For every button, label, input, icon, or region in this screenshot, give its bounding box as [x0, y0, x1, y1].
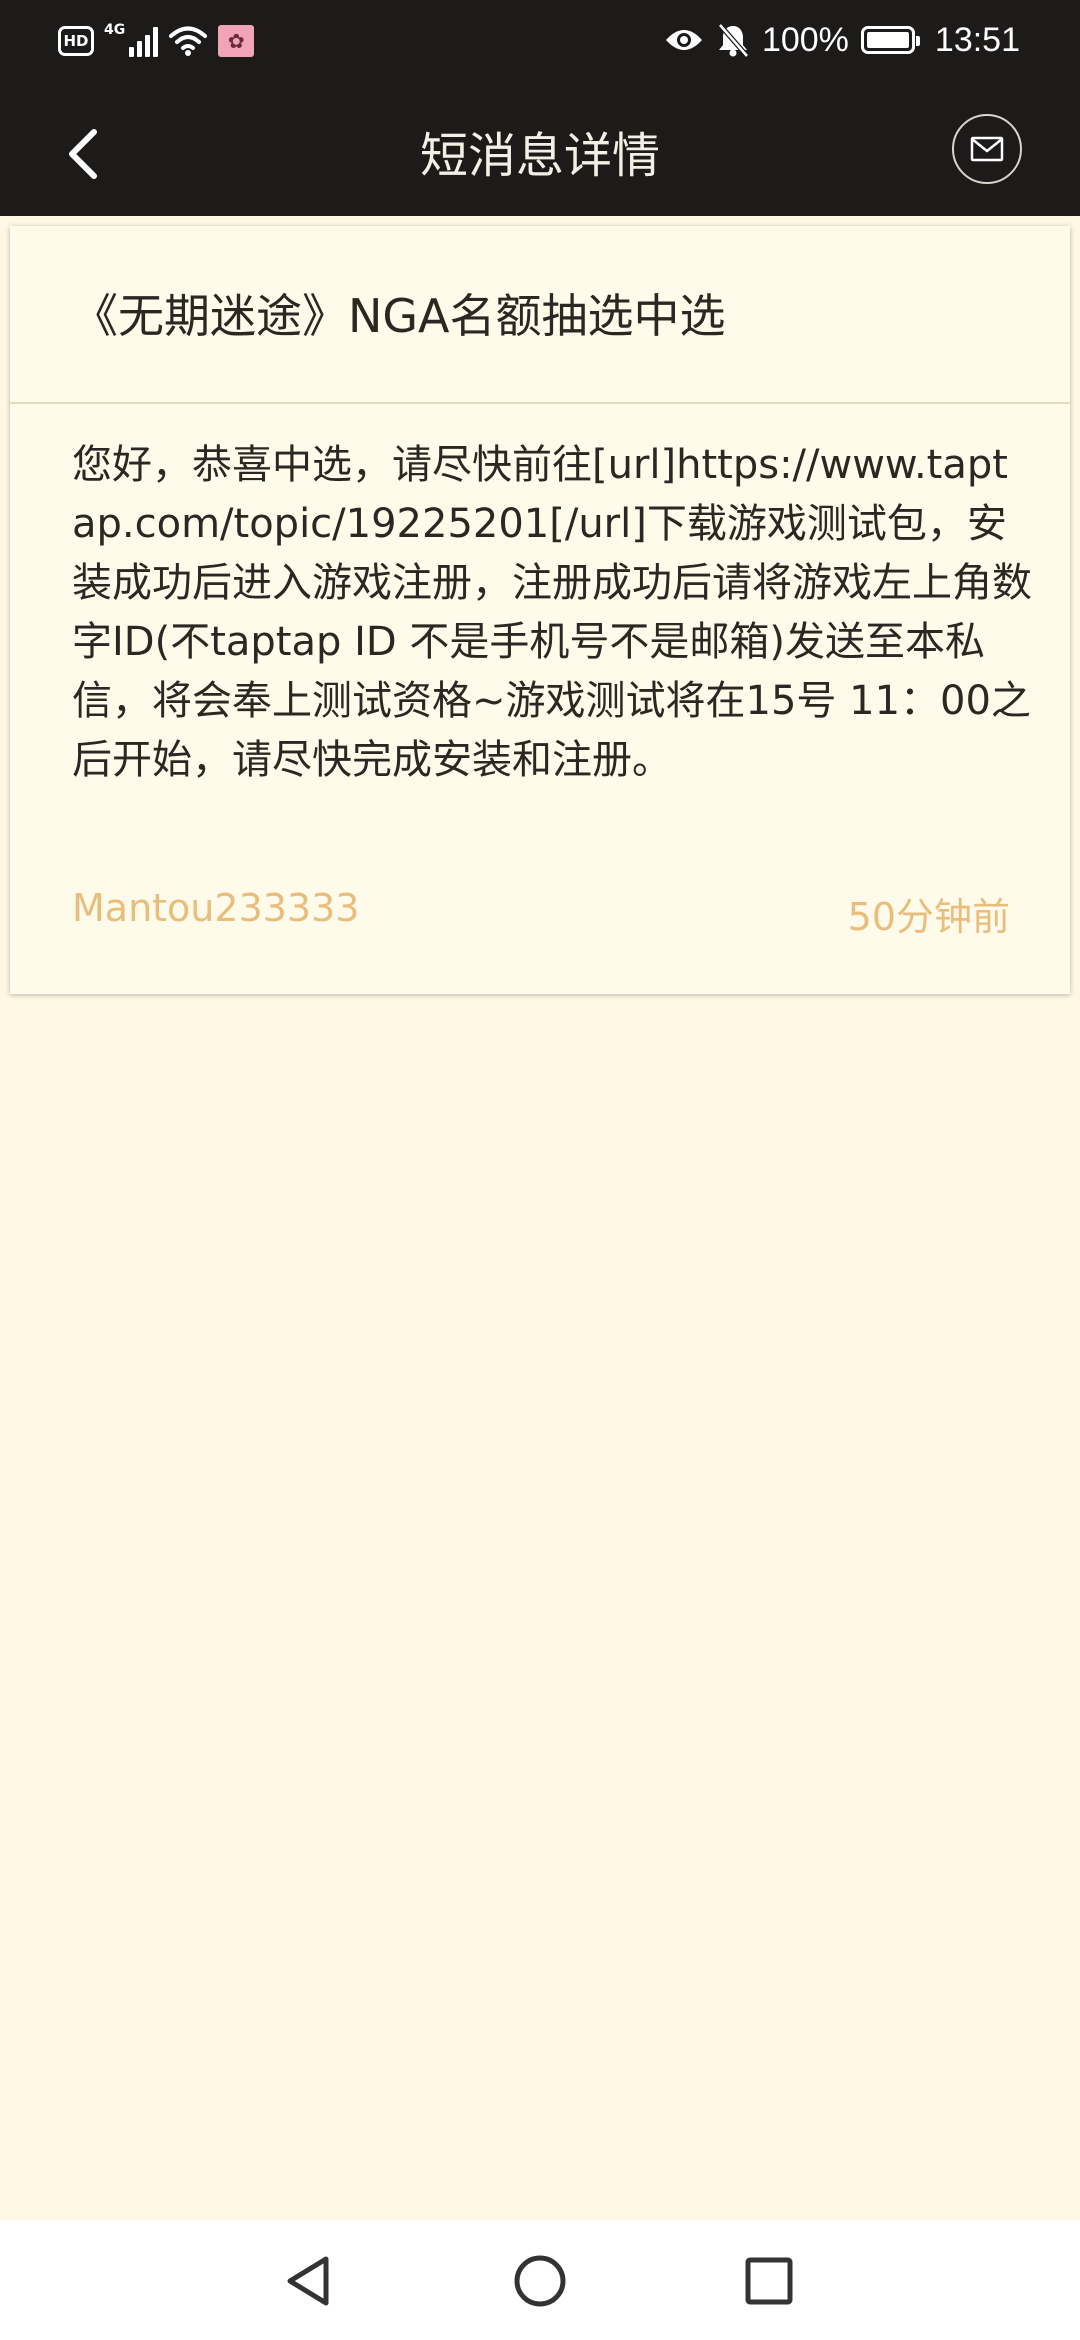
- nav-back-button[interactable]: [273, 2246, 343, 2316]
- message-body: 您好，恭喜中选，请尽快前往[url]https://www.taptap.com…: [72, 442, 1032, 783]
- status-right-group: 100% 13:51: [664, 16, 1020, 64]
- top-app-bar: 短消息详情: [0, 80, 1080, 216]
- message-time: 50分钟前: [847, 895, 1010, 939]
- nav-home-icon: [514, 2255, 566, 2307]
- nav-home-button[interactable]: [505, 2246, 575, 2316]
- clock: 13:51: [934, 20, 1020, 59]
- wifi-icon: [169, 26, 208, 56]
- bell-off-icon: [718, 23, 749, 58]
- sender-name[interactable]: Mantou233333: [72, 886, 359, 930]
- app-notification-icon: ✿: [218, 25, 255, 57]
- battery-fill: [866, 32, 909, 48]
- battery-icon: [860, 26, 920, 54]
- system-nav-bar: [0, 2220, 1080, 2340]
- nav-recents-icon: [745, 2257, 793, 2305]
- battery-percent: 100%: [761, 20, 849, 59]
- message-subject: 《无期迷途》NGA名额抽选中选: [72, 289, 726, 343]
- nav-back-icon: [287, 2256, 329, 2306]
- network-type-label: 4G: [104, 22, 126, 38]
- eye-icon: [665, 30, 702, 50]
- status-bar: HD 4G ✿ 100% 13:51: [0, 0, 1080, 80]
- envelope-icon: [970, 136, 1004, 162]
- hd-icon: HD: [58, 26, 94, 56]
- signal-icon: [129, 25, 159, 57]
- message-card: 《无期迷途》NGA名额抽选中选 您好，恭喜中选，请尽快前往[url]https:…: [10, 226, 1070, 994]
- status-left-group: HD 4G ✿: [58, 20, 255, 62]
- page-title: 短消息详情: [419, 128, 660, 184]
- compose-message-button[interactable]: [952, 114, 1022, 184]
- card-divider: [10, 402, 1070, 404]
- nav-recents-button[interactable]: [734, 2246, 804, 2316]
